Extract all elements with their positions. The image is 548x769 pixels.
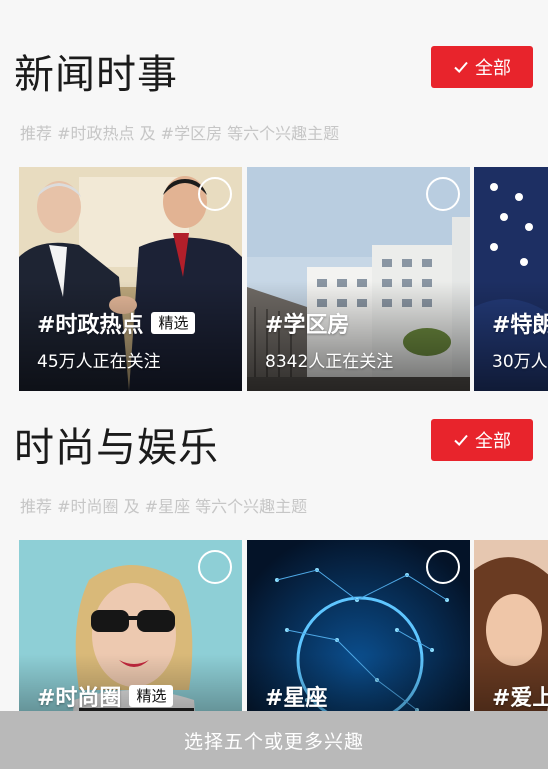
topic-tag: #时政热点 xyxy=(37,313,144,338)
section-title: 新闻时事 xyxy=(14,52,178,98)
topic-card[interactable]: #特朗 30万人 xyxy=(474,167,548,391)
choose-interests-button[interactable]: 选择五个或更多兴趣 xyxy=(0,711,548,769)
checkmark-icon xyxy=(454,434,468,446)
follower-count: 30万人 xyxy=(492,352,548,372)
select-circle-icon[interactable] xyxy=(426,550,460,584)
select-all-label: 全部 xyxy=(475,58,511,79)
section-title: 时尚与娱乐 xyxy=(14,425,219,471)
topic-tag: #时尚圈 xyxy=(37,686,122,711)
section-subtitle: 推荐 #时尚圈 及 #星座 等六个兴趣主题 xyxy=(20,497,308,516)
topic-label-row: #星座 xyxy=(265,680,327,712)
topic-tag: #学区房 xyxy=(265,313,350,338)
checkmark-icon xyxy=(454,61,468,73)
topic-tag: #星座 xyxy=(265,686,328,711)
follower-count: 8342人正在关注 xyxy=(265,352,394,372)
topic-label-row: #爱上 xyxy=(492,680,548,712)
featured-badge: 精选 xyxy=(151,312,196,334)
select-all-button[interactable]: 全部 xyxy=(431,419,533,461)
featured-badge: 精选 xyxy=(129,685,174,707)
select-all-button[interactable]: 全部 xyxy=(431,46,533,88)
topic-label-row: #时政热点 精选 xyxy=(37,307,196,339)
topic-carousel[interactable]: #时政热点 精选 45万人正在关注 #学区房 8342人正在关注 #特朗 30万… xyxy=(0,167,548,391)
topic-tag: #爱上 xyxy=(492,686,548,711)
topic-label-row: #特朗 xyxy=(492,307,548,339)
follower-count: 45万人正在关注 xyxy=(37,352,161,372)
select-all-label: 全部 xyxy=(475,431,511,452)
topic-label-row: #时尚圈 精选 xyxy=(37,680,174,712)
topic-card[interactable]: #时政热点 精选 45万人正在关注 xyxy=(19,167,242,391)
topic-tag: #特朗 xyxy=(492,313,548,338)
select-circle-icon[interactable] xyxy=(198,177,232,211)
section-subtitle: 推荐 #时政热点 及 #学区房 等六个兴趣主题 xyxy=(20,124,340,143)
select-circle-icon[interactable] xyxy=(198,550,232,584)
topic-card[interactable]: #学区房 8342人正在关注 xyxy=(247,167,470,391)
topic-label-row: #学区房 xyxy=(265,307,349,339)
select-circle-icon[interactable] xyxy=(426,177,460,211)
